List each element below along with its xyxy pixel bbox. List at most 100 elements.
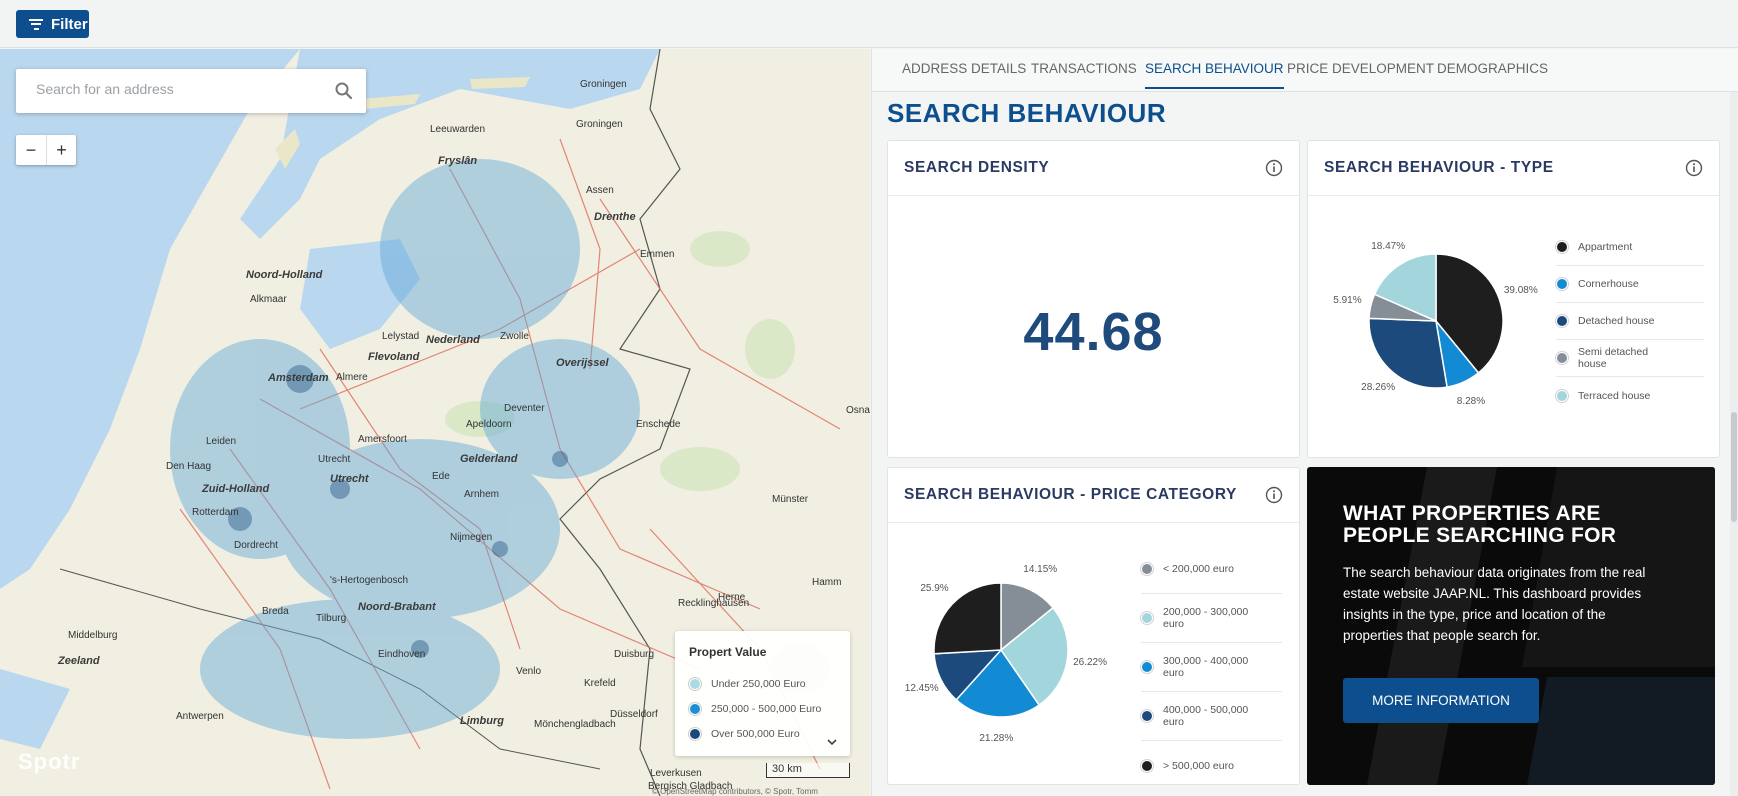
map-place-label: Ede — [432, 471, 450, 482]
map-place-label: Drenthe — [594, 211, 636, 223]
map-place-label: Zwolle — [500, 331, 529, 342]
map-place-label: Assen — [586, 185, 614, 196]
map-place-label: Tilburg — [316, 613, 347, 624]
type-pie-chart — [1368, 253, 1504, 389]
map-place-label: Nijmegen — [450, 532, 493, 543]
map-place-label: Amersfoort — [358, 434, 407, 445]
map-legend-title: Propert Value — [689, 645, 767, 659]
map-place-label: Zeeland — [58, 655, 100, 667]
type-pie-legend: Appartment Cornerhouse Detached house Semi … — [1556, 229, 1704, 414]
page-title: SEARCH BEHAVIOUR — [887, 98, 1167, 128]
pie-slice-label: 5.91% — [1333, 295, 1362, 307]
map-place-label: Lelystad — [382, 331, 420, 342]
map-place-label: Leverkusen — [650, 768, 702, 779]
address-search-input[interactable] — [36, 81, 316, 97]
pie-legend-label: 400,000 - 500,000 euro — [1163, 704, 1249, 728]
map-legend-label: Under 250,000 Euro — [711, 677, 806, 690]
info-icon[interactable] — [1685, 159, 1703, 177]
pie-legend-item[interactable]: Detached house — [1556, 303, 1704, 340]
search-icon[interactable] — [334, 81, 354, 101]
filter-button[interactable]: Filter — [16, 10, 89, 38]
map-place-label: Fryslân — [438, 155, 478, 167]
card-title: SEARCH BEHAVIOUR - TYPE — [1324, 159, 1554, 176]
pie-slice-label: 21.28% — [979, 732, 1014, 744]
map-place-label: Enschede — [636, 419, 681, 430]
map-place-label: Almere — [336, 372, 368, 383]
tab-bar: ADDRESS DETAILS TRANSACTIONS SEARCH BEHA… — [872, 49, 1738, 92]
pie-slice-label: 26.22% — [1073, 656, 1108, 668]
price-pie-legend: < 200,000 euro 200,000 - 300,000 euro 300,… — [1141, 545, 1282, 790]
pie-legend-label: 200,000 - 300,000 euro — [1163, 606, 1249, 630]
pie-legend-item[interactable]: Appartment — [1556, 229, 1704, 266]
map-place-label: Krefeld — [584, 678, 616, 689]
pie-legend-item[interactable]: 200,000 - 300,000 euro — [1141, 594, 1282, 643]
legend-swatch — [689, 727, 701, 740]
more-information-button[interactable]: MORE INFORMATION — [1343, 678, 1539, 723]
pie-legend-item[interactable]: Terraced house — [1556, 377, 1704, 414]
card-title: SEARCH DENSITY — [904, 159, 1050, 176]
scrollbar-thumb[interactable] — [1731, 412, 1737, 522]
map-place-label: Den Haag — [166, 461, 212, 472]
address-search — [16, 69, 366, 113]
legend-swatch — [1556, 315, 1568, 327]
pie-legend-item[interactable]: < 200,000 euro — [1141, 545, 1282, 594]
map-legend: Propert Value Under 250,000 Euro 250,000… — [675, 631, 850, 756]
panel-scrollbar[interactable] — [1730, 92, 1738, 796]
map-place-label: Leeuwarden — [430, 124, 486, 135]
zoom-in-button[interactable]: + — [46, 135, 76, 165]
map-legend-item: Under 250,000 Euro — [689, 671, 836, 696]
tab-transactions[interactable]: TRANSACTIONS — [1031, 61, 1137, 76]
map[interactable]: Groningen Leeuwarden Groningen Fryslân A… — [0, 49, 870, 796]
pie-slice-label: 39.08% — [1503, 285, 1538, 297]
map-place-label: Groningen — [576, 119, 623, 130]
map-legend-item: 250,000 - 500,000 Euro — [689, 696, 836, 721]
map-place-label: Nederland — [426, 334, 480, 346]
map-place-label: Noord-Holland — [246, 269, 323, 281]
pie-legend-item[interactable]: Cornerhouse — [1556, 266, 1704, 303]
map-place-label: Breda — [262, 606, 289, 617]
search-density-value: 44.68 — [1023, 302, 1164, 362]
map-legend-label: Over 500,000 Euro — [711, 727, 800, 740]
pie-slice-label: 18.47% — [1371, 240, 1406, 252]
legend-swatch — [1556, 241, 1568, 253]
map-place-label: Overijssel — [556, 357, 609, 369]
map-place-label: Utrecht — [318, 454, 351, 465]
legend-swatch — [1556, 352, 1568, 364]
pie-slice-label: 8.28% — [1456, 396, 1486, 408]
info-icon[interactable] — [1265, 159, 1283, 177]
pie-slice-label: 12.45% — [904, 682, 939, 694]
map-place-label: Flevoland — [368, 351, 420, 363]
details-panel: ADDRESS DETAILS TRANSACTIONS SEARCH BEHA… — [871, 49, 1738, 796]
pie-slice-label: 14.15% — [1023, 563, 1058, 575]
info-icon[interactable] — [1265, 486, 1283, 504]
promo-text: The search behaviour data originates fro… — [1343, 565, 1646, 643]
map-place-label: Leiden — [206, 436, 237, 447]
promo-title: WHAT PROPERTIES ARE PEOPLE SEARCHING FOR — [1343, 502, 1617, 547]
pie-legend-label: Semi detached house — [1578, 346, 1649, 370]
filter-icon — [29, 18, 43, 30]
map-place-label: Groningen — [580, 79, 627, 90]
map-place-label: Deventer — [504, 403, 545, 414]
map-legend-item: Over 500,000 Euro — [689, 721, 836, 746]
tab-address-details[interactable]: ADDRESS DETAILS — [902, 61, 1026, 76]
pie-slice[interactable] — [1368, 317, 1448, 389]
pie-legend-item[interactable]: 400,000 - 500,000 euro — [1141, 692, 1282, 741]
zoom-out-button[interactable]: − — [16, 135, 46, 165]
map-place-label: Utrecht — [330, 473, 369, 485]
tab-price-development[interactable]: PRICE DEVELOPMENT — [1287, 61, 1434, 76]
search-type-card: SEARCH BEHAVIOUR - TYPE Appartment Corner… — [1307, 140, 1720, 458]
legend-swatch — [1141, 612, 1153, 624]
card-header: SEARCH BEHAVIOUR - TYPE — [1308, 141, 1719, 196]
pie-legend-item[interactable]: > 500,000 euro — [1141, 741, 1282, 790]
pie-legend-item[interactable]: Semi detached house — [1556, 340, 1704, 377]
map-place-label: Herne — [718, 592, 746, 603]
tab-demographics[interactable]: DEMOGRAPHICS — [1437, 61, 1548, 76]
tab-search-behaviour[interactable]: SEARCH BEHAVIOUR — [1145, 61, 1284, 89]
pie-legend-item[interactable]: 300,000 - 400,000 euro — [1141, 643, 1282, 692]
pie-legend-label: Detached house — [1578, 315, 1655, 327]
chevron-down-icon[interactable] — [826, 736, 838, 748]
search-density-card: SEARCH DENSITY 44.68 — [887, 140, 1300, 458]
map-place-label: Eindhoven — [378, 649, 426, 660]
map-place-label: Rotterdam — [192, 507, 239, 518]
card-header: SEARCH BEHAVIOUR - PRICE CATEGORY — [888, 468, 1299, 523]
